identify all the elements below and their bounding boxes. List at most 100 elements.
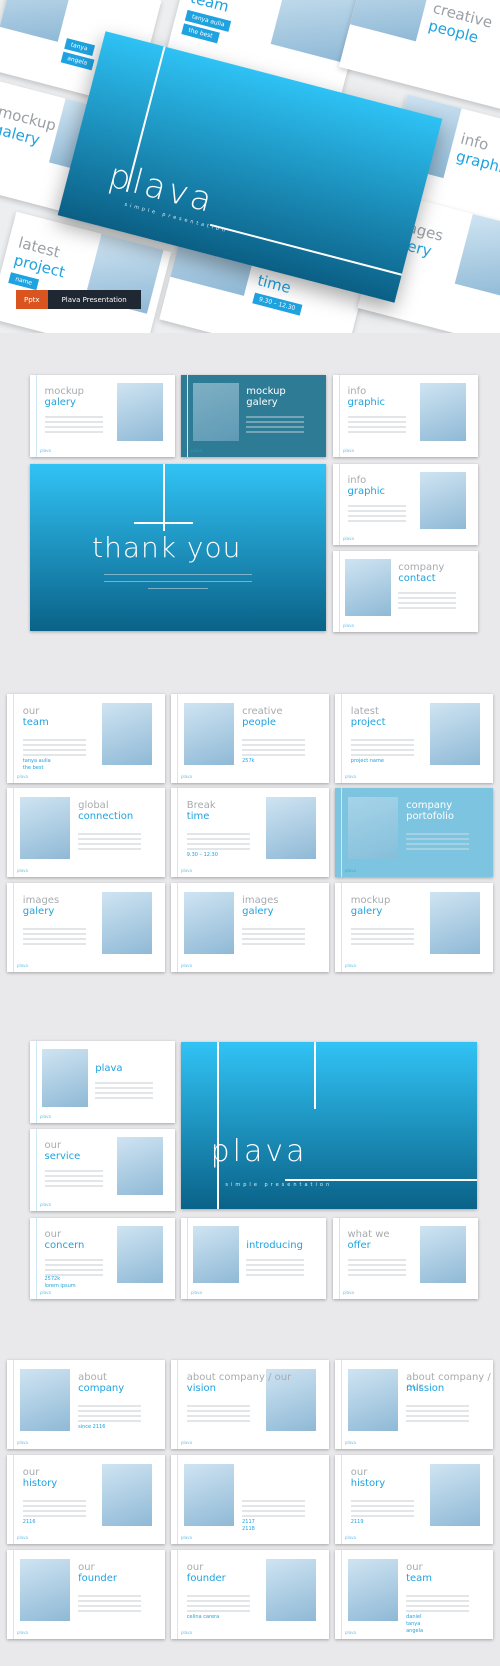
text-placeholder xyxy=(406,1609,470,1612)
slide-thumbnail[interactable]: mockup galery plava xyxy=(30,375,175,457)
footer-logo: plava xyxy=(181,868,192,873)
slide-title-blue: history xyxy=(350,1478,386,1490)
text-placeholder xyxy=(22,932,86,935)
slide-title-gray: info xyxy=(347,475,367,487)
slide-label: tanya aulia xyxy=(22,758,51,765)
slide-thumbnail[interactable]: Break time 9.30 – 12.30 plava xyxy=(171,788,329,877)
slide-thumbnail[interactable]: company portofolio plava xyxy=(335,788,493,877)
text-placeholder xyxy=(104,580,252,582)
text-placeholder xyxy=(347,509,406,512)
text-placeholder xyxy=(246,416,305,418)
text-placeholder xyxy=(350,942,414,945)
accent-line xyxy=(177,1360,178,1449)
photo-placeholder xyxy=(117,1137,164,1195)
slide-thumbnail[interactable]: info graphic plava xyxy=(333,375,478,457)
slide-label: celina carera xyxy=(186,1614,220,1621)
accent-line xyxy=(13,1360,14,1449)
slide-label: tanya xyxy=(406,1621,421,1628)
text-placeholder xyxy=(347,1268,406,1271)
slide-thumbnail[interactable]: thank you xyxy=(30,464,326,631)
text-placeholder xyxy=(44,1263,103,1266)
slide-thumbnail[interactable]: creative people 257k plava xyxy=(171,694,329,783)
slide-thumbnail[interactable]: about company / our vision plava xyxy=(171,1360,329,1449)
slide-title-blue: time xyxy=(186,811,210,823)
text-placeholder xyxy=(22,743,86,746)
text-placeholder xyxy=(22,753,86,756)
text-placeholder xyxy=(406,837,470,840)
text-placeholder xyxy=(22,738,86,741)
text-placeholder xyxy=(246,1268,305,1271)
text-placeholder xyxy=(78,832,142,835)
text-placeholder xyxy=(347,1263,406,1266)
text-placeholder xyxy=(95,1082,154,1084)
slide-title-blue: team xyxy=(22,717,49,729)
accent-line xyxy=(13,883,14,972)
photo-placeholder xyxy=(101,702,153,766)
text-placeholder xyxy=(186,1414,250,1417)
frame-line xyxy=(163,464,166,531)
text-placeholder xyxy=(186,1419,250,1422)
slide-thumbnail[interactable]: our team daniel tanya angela plava xyxy=(335,1550,493,1639)
text-placeholder xyxy=(78,1599,142,1602)
slide-title-blue: vision xyxy=(186,1383,216,1395)
text-placeholder xyxy=(350,743,414,746)
slide-thumbnail[interactable]: our founder plava xyxy=(7,1550,165,1639)
slide-thumbnail[interactable]: latest project project name plava xyxy=(335,694,493,783)
text-placeholder xyxy=(22,942,86,945)
slide-thumbnail[interactable]: global connection plava xyxy=(7,788,165,877)
photo-placeholder xyxy=(429,702,481,766)
text-placeholder xyxy=(246,426,305,428)
photo-placeholder xyxy=(349,0,433,42)
slide-title-blue: graphic xyxy=(347,486,386,498)
slide-title-blue: founder xyxy=(78,1573,118,1585)
slide-thumbnail[interactable]: our team tanya aulia the best plava xyxy=(7,694,165,783)
slide-thumbnail[interactable]: what we offer plava xyxy=(333,1218,478,1299)
slide-thumbnail[interactable]: about company since 2116 plava xyxy=(7,1360,165,1449)
text-placeholder xyxy=(242,1509,306,1512)
text-placeholder xyxy=(44,1268,103,1271)
accent-line xyxy=(13,788,14,877)
accent-line xyxy=(36,1129,37,1211)
slide-title-blue: concern xyxy=(44,1240,85,1252)
text-placeholder xyxy=(148,587,208,589)
text-placeholder xyxy=(350,738,414,741)
slide-thumbnail[interactable]: mockup galery plava xyxy=(335,883,493,972)
footer-logo: plava xyxy=(40,1202,51,1207)
text-placeholder xyxy=(44,1185,103,1187)
text-placeholder xyxy=(246,431,305,433)
slide-thumbnail[interactable]: our founder celina carera plava xyxy=(171,1550,329,1639)
photo-placeholder xyxy=(429,1463,481,1527)
slide-thumbnail[interactable]: our history 2116 plava xyxy=(7,1455,165,1544)
slide-title-blue: galery xyxy=(350,906,383,918)
slide-label: 9.30 – 12.30 xyxy=(251,292,303,316)
slide-thumbnail[interactable]: mockup galery plava xyxy=(181,375,326,457)
slide-thumbnail[interactable]: introducing plava xyxy=(181,1218,326,1299)
text-placeholder xyxy=(186,1404,250,1407)
photo-placeholder xyxy=(347,1368,399,1432)
slide-thumbnail[interactable]: 2117 2118 plava xyxy=(171,1455,329,1544)
slide-label: name xyxy=(8,272,40,291)
text-placeholder xyxy=(350,927,414,930)
slide-thumbnail[interactable]: plava plava xyxy=(30,1041,175,1123)
accent-line xyxy=(13,1550,14,1639)
slide-thumbnail[interactable]: images galery plava xyxy=(7,883,165,972)
footer-logo: plava xyxy=(17,774,28,779)
frame-line xyxy=(314,1042,317,1109)
slide-thumbnail[interactable]: our concern 2572k lorem ipsum plava xyxy=(30,1218,175,1299)
text-placeholder xyxy=(78,1414,142,1417)
footer-logo: plava xyxy=(345,868,356,873)
slide-thumbnail[interactable]: our service plava xyxy=(30,1129,175,1211)
text-placeholder xyxy=(406,832,470,835)
slide-title-blue: team xyxy=(406,1573,433,1585)
slide-thumbnail[interactable]: images galery plava xyxy=(171,883,329,972)
slide-thumbnail[interactable]: about company / our mission plava xyxy=(335,1360,493,1449)
footer-logo: plava xyxy=(40,448,51,453)
accent-line xyxy=(339,551,340,632)
slide-thumbnail[interactable]: plava simple presentation xyxy=(181,1042,477,1209)
slide-thumbnail[interactable]: our history 2119 plava xyxy=(335,1455,493,1544)
text-placeholder xyxy=(78,1419,142,1422)
slide-thumbnail[interactable]: company contact plava xyxy=(333,551,478,632)
slide-thumbnail[interactable]: info graphic plava xyxy=(333,464,478,545)
text-placeholder xyxy=(22,937,86,940)
accent-line xyxy=(341,1360,342,1449)
